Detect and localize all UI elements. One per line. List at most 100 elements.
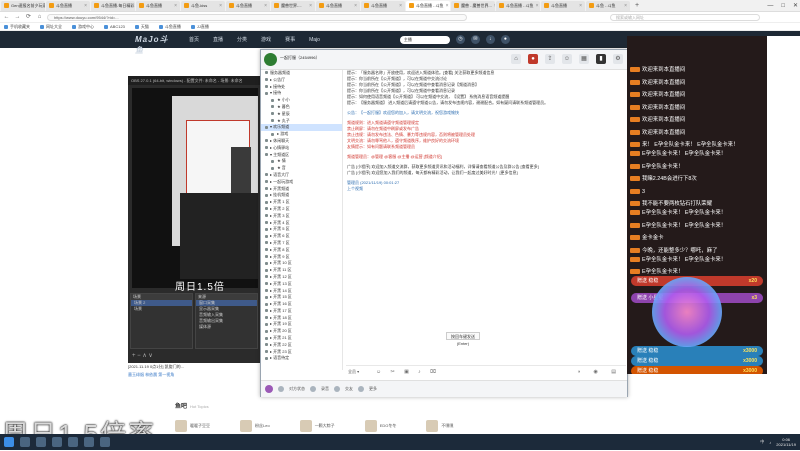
- speaker-icon[interactable]: [278, 386, 284, 392]
- home-icon[interactable]: ⌂: [511, 54, 521, 64]
- channel-tree-item[interactable]: ▸ 游戏: [261, 131, 342, 138]
- recommend-item[interactable]: EDG冬冬: [364, 420, 396, 432]
- channel-tree-item[interactable]: ▸ 一起玩游戏: [261, 179, 342, 186]
- bookmark-item[interactable]: JJ直播: [190, 24, 209, 30]
- nav-majo[interactable]: Majo: [309, 37, 320, 43]
- tab-close-icon[interactable]: ×: [399, 3, 402, 9]
- channel-tree-item[interactable]: ★ 星辰: [261, 111, 342, 118]
- download-icon[interactable]: ↓: [485, 35, 495, 44]
- channel-tree-item[interactable]: ▸ 开黑 22 区: [261, 342, 342, 349]
- tab-close-icon[interactable]: ×: [84, 3, 87, 9]
- yuba-more[interactable]: Hot Topics: [190, 404, 209, 409]
- channel-tree-item[interactable]: ▸ 接待处: [261, 84, 342, 91]
- browser-tab[interactable]: 斗鱼直播 ×: [226, 0, 270, 11]
- channel-tree-item[interactable]: ▸ 开黑 11 区: [261, 267, 342, 274]
- tab-close-icon[interactable]: ×: [446, 3, 449, 9]
- obs-icon[interactable]: [84, 437, 94, 447]
- tab-close-icon[interactable]: ×: [494, 3, 495, 9]
- record-label[interactable]: 录音: [321, 386, 329, 392]
- recommend-item[interactable]: 不嘿嘿: [426, 420, 453, 432]
- browser-tab[interactable]: 斗鱼直播-每日精彩×: [91, 0, 135, 11]
- more-icon[interactable]: [358, 386, 364, 392]
- bookmark-item[interactable]: 手机收藏夹: [4, 24, 30, 30]
- recommend-item[interactable]: 一颗大粽子: [299, 420, 335, 432]
- channel-tree-item[interactable]: ★ 丸子: [261, 118, 342, 125]
- channel-tree-item[interactable]: ▾ 主频道区: [261, 152, 342, 159]
- message-input-area[interactable]: 按回车键发送 (Enter) 全员 ▾ ☺ ✂ ▣ ♪ ⌧ ◑ ◉ ▤: [346, 332, 626, 379]
- channel-tree-item[interactable]: ▸ 开黑 18 区: [261, 315, 342, 322]
- obs-toolbar[interactable]: + − ∧ ∨: [128, 352, 260, 362]
- new-tab-button[interactable]: +: [633, 2, 641, 10]
- bookmark-item[interactable]: 天猫: [134, 24, 149, 30]
- channel-tree-item[interactable]: ▸ 开黑 8 区: [261, 247, 342, 254]
- tab-close-icon[interactable]: ×: [354, 3, 357, 9]
- input-tool-icons[interactable]: ☺ ✂ ▣ ♪ ⌧: [376, 369, 440, 375]
- browser-tab[interactable]: 魔兽 - 魔兽世界...×: [451, 0, 495, 11]
- channel-tree-item[interactable]: ▸ 开黑 20 区: [261, 328, 342, 335]
- history-icon[interactable]: ◷: [455, 35, 465, 44]
- reload-icon[interactable]: ⟳: [25, 14, 32, 21]
- browser-tab[interactable]: Gen速报名前夕玩家...×: [1, 0, 45, 11]
- browser-tab[interactable]: 斗鱼直播 ×: [361, 0, 405, 11]
- input-right-icons[interactable]: ◑ ◉ ▤: [577, 369, 622, 375]
- start-icon[interactable]: [4, 437, 14, 447]
- nav-category[interactable]: 分类: [237, 36, 247, 43]
- recommend-item[interactable]: 粉丝Leo: [240, 420, 270, 432]
- source-row[interactable]: 媒体源: [196, 324, 257, 330]
- search-icon[interactable]: [20, 437, 30, 447]
- channel-tree-item[interactable]: ▸ 休闲聊天: [261, 138, 342, 145]
- channel-tree-item[interactable]: ▸ 开黑 7 区: [261, 240, 342, 247]
- video-player[interactable]: OBS 27.0.1 (64-bit, windows) - 配置文件: 未命名…: [128, 76, 260, 363]
- channel-tree-item[interactable]: ▾ 接待: [261, 90, 342, 97]
- channel-tree-item[interactable]: ▸ 开黑 19 区: [261, 321, 342, 328]
- browser-tab[interactable]: 斗鱼 - 斗鱼 ×: [586, 0, 630, 11]
- mic-icon[interactable]: [310, 386, 316, 392]
- site-search-input[interactable]: 主播: [399, 35, 450, 44]
- forward-icon[interactable]: →: [14, 14, 21, 21]
- channel-tree-item[interactable]: ▾ 欢乐频道: [261, 124, 342, 132]
- recipient-select[interactable]: 全员 ▾: [348, 369, 359, 375]
- back-icon[interactable]: ←: [3, 14, 10, 21]
- stream-title[interactable]: [2021.11.19 0点1分] 凯旋门的...: [128, 364, 260, 370]
- browser-search-input[interactable]: 搜索或输入网址: [610, 13, 760, 21]
- lock-icon[interactable]: ▮: [596, 54, 606, 64]
- channel-tree-item[interactable]: ▸ 心情驿站: [261, 145, 342, 152]
- friends-label[interactable]: 交友: [345, 386, 353, 392]
- channel-tree-item[interactable]: ▸ 开黑 10 区: [261, 260, 342, 267]
- channel-tree-item[interactable]: ▸ 语音大厅: [261, 172, 342, 179]
- tab-close-icon[interactable]: ×: [219, 3, 222, 9]
- message-icon[interactable]: ✉: [470, 35, 480, 44]
- status-label[interactable]: 对方状态: [289, 386, 305, 392]
- clock[interactable]: 0:06 2021/11/19: [776, 437, 796, 447]
- upload-icon[interactable]: ⇪: [545, 54, 555, 64]
- user-avatar[interactable]: ●: [500, 35, 510, 44]
- channel-tree-item[interactable]: ▸ 挂机频道: [261, 192, 342, 199]
- browser-tab[interactable]: 魔兽世界-... ×: [271, 0, 315, 11]
- channel-tree-item[interactable]: ▸ 开黑 13 区: [261, 281, 342, 288]
- channel-tree-item[interactable]: 服务器频道: [261, 70, 342, 77]
- channel-tree-item[interactable]: ▸ 语音待定: [261, 355, 342, 362]
- channel-tree-item[interactable]: ▸ 开黑 14 区: [261, 288, 342, 295]
- channel-tree-item[interactable]: ▸ 开黑频道: [261, 186, 342, 193]
- channel-tree-item[interactable]: ▸ 公告厅: [261, 77, 342, 84]
- tab-close-icon[interactable]: ×: [309, 3, 312, 9]
- recommend-item[interactable]: 暖暖子豆豆: [175, 420, 210, 432]
- maximize-icon[interactable]: □: [781, 3, 785, 9]
- channel-tree-item[interactable]: ▸ 开黑 17 区: [261, 308, 342, 315]
- record-icon[interactable]: ●: [528, 54, 538, 64]
- channel-tree-item[interactable]: ▸ 开黑 16 区: [261, 301, 342, 308]
- close-icon[interactable]: ✕: [793, 2, 798, 9]
- chat-app-icon[interactable]: [100, 437, 110, 447]
- minimize-icon[interactable]: —: [767, 3, 773, 9]
- nav-match[interactable]: 赛事: [285, 36, 295, 43]
- grid-icon[interactable]: ▦: [579, 54, 589, 64]
- taskview-icon[interactable]: [36, 437, 46, 447]
- bookmark-item[interactable]: ABC123: [104, 24, 125, 29]
- bookmark-item[interactable]: 游戏中心: [72, 24, 94, 30]
- home-icon[interactable]: ⌂: [36, 14, 43, 21]
- bookmark-item[interactable]: 斗鱼直播: [158, 24, 181, 30]
- friends-icon[interactable]: [334, 386, 340, 392]
- nav-game[interactable]: 游戏: [261, 36, 271, 43]
- browser-tab[interactable]: 斗鱼直播 ×: [46, 0, 90, 11]
- channel-tree-item[interactable]: ★ 音: [261, 165, 342, 172]
